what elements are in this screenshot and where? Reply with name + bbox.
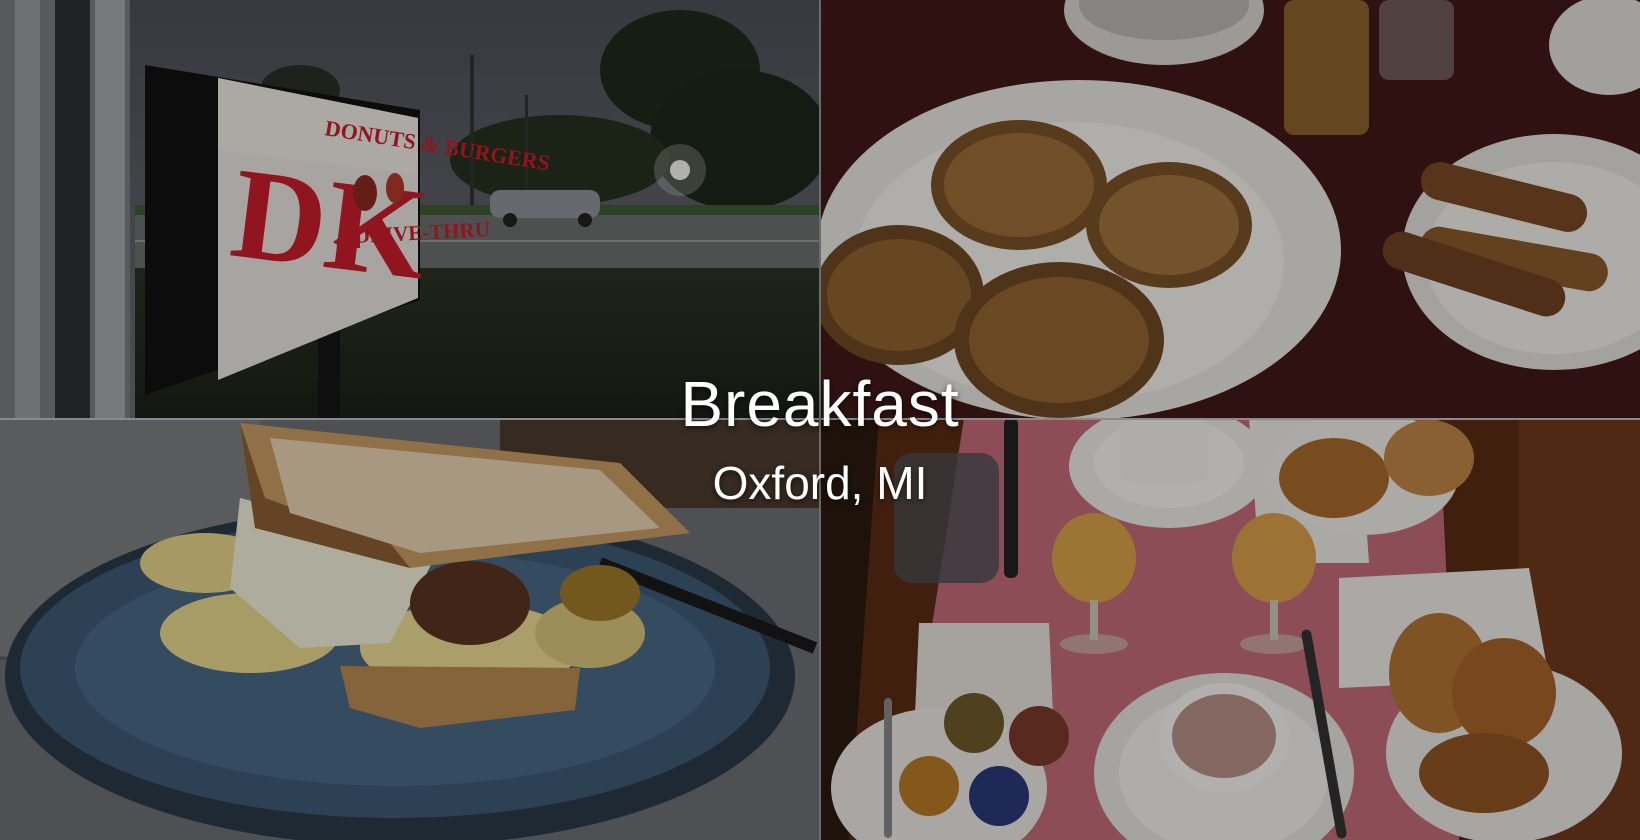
vertical-divider bbox=[819, 0, 821, 840]
photo-continental-breakfast bbox=[819, 418, 1640, 840]
photo-egg-sandwich bbox=[0, 418, 819, 840]
photo-french-toast bbox=[819, 0, 1640, 418]
arrow-left-icon bbox=[333, 228, 360, 256]
photo-dk-sign: DK DONUTS & BURGERS DRIVE-THRU bbox=[0, 0, 819, 418]
